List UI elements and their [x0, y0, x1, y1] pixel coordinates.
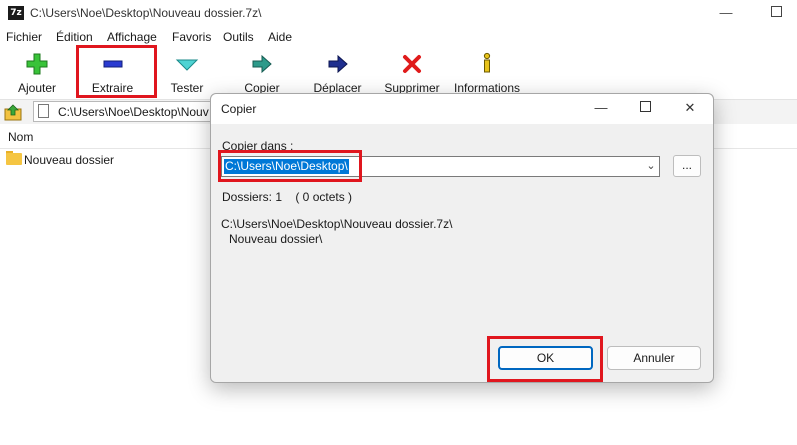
folder-icon — [6, 153, 22, 165]
source-path: C:\Users\Noe\Desktop\Nouveau dossier.7z\ — [221, 217, 453, 231]
menu-edition[interactable]: Édition — [56, 30, 93, 44]
list-item-name: Nouveau dossier — [24, 153, 115, 167]
plus-icon — [26, 53, 48, 75]
highlight-ok — [487, 336, 603, 382]
test-button[interactable]: Tester — [163, 51, 211, 95]
window-title: C:\Users\Noe\Desktop\Nouveau dossier.7z\ — [30, 6, 262, 20]
up-folder-icon[interactable] — [4, 103, 22, 121]
menu-fichier[interactable]: Fichier — [6, 30, 42, 44]
info-button[interactable]: Informations — [452, 51, 522, 95]
document-icon — [38, 104, 49, 118]
folder-stats: Dossiers: 1 ( 0 octets ) — [222, 190, 353, 204]
dialog-title: Copier — [221, 102, 257, 116]
move-button[interactable]: Déplacer — [310, 51, 365, 95]
cancel-button[interactable]: Annuler — [607, 346, 701, 370]
info-icon — [483, 52, 491, 73]
move-arrow-icon — [328, 54, 348, 74]
copy-button[interactable]: Copier — [238, 51, 286, 95]
menu-bar: Fichier Édition Affichage Favoris Outils… — [0, 27, 797, 47]
add-label: Ajouter — [17, 81, 57, 95]
source-item: Nouveau dossier\ — [229, 232, 323, 246]
menu-outils[interactable]: Outils — [223, 30, 254, 44]
highlight-destination — [218, 150, 362, 182]
address-path: C:\Users\Noe\Desktop\Nouv — [58, 105, 209, 119]
minimize-icon[interactable]: — — [716, 4, 736, 22]
column-header-name[interactable]: Nom — [8, 130, 33, 144]
menu-favoris[interactable]: Favoris — [172, 30, 211, 44]
test-label: Tester — [170, 81, 204, 95]
chevron-down-icon[interactable]: ⌄ — [644, 158, 658, 175]
add-button[interactable]: Ajouter — [12, 51, 62, 95]
dialog-close-icon[interactable]: ✕ — [679, 99, 701, 117]
browse-button[interactable]: ... — [673, 155, 701, 177]
check-chevron-icon — [175, 59, 199, 71]
7zip-app-icon: 7z — [8, 6, 24, 20]
dialog-minimize-icon[interactable]: — — [590, 99, 612, 117]
copy-arrow-icon — [252, 54, 272, 74]
menu-affichage[interactable]: Affichage — [107, 30, 157, 44]
delete-x-icon — [403, 55, 421, 73]
dialog-maximize-icon[interactable] — [634, 99, 656, 117]
menu-aide[interactable]: Aide — [268, 30, 292, 44]
highlight-extract — [76, 45, 157, 98]
delete-button[interactable]: Supprimer — [382, 51, 442, 95]
maximize-icon[interactable] — [766, 4, 786, 22]
